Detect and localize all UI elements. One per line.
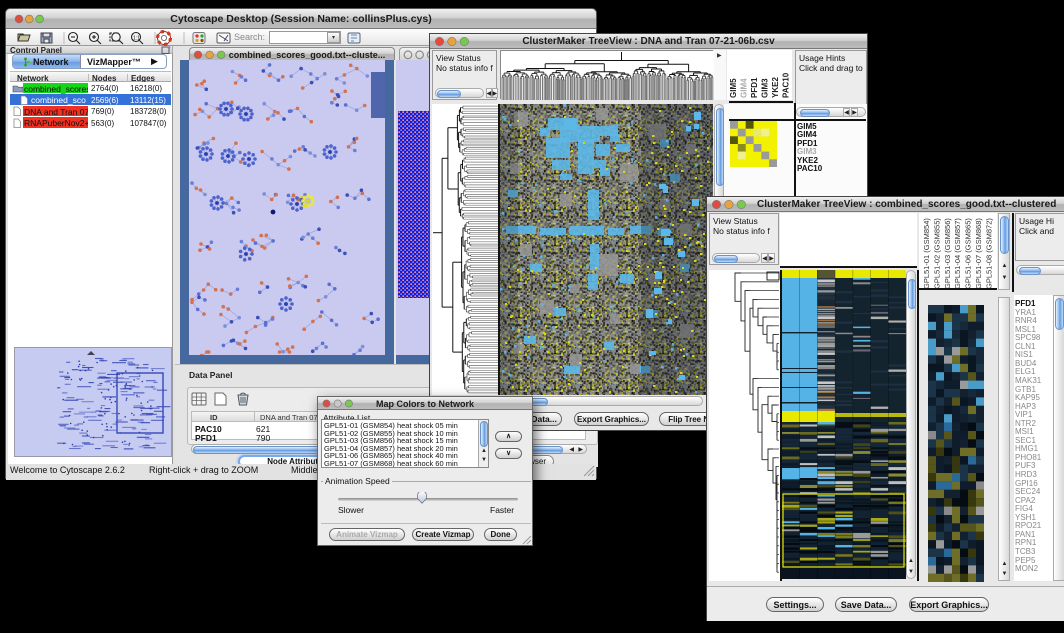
svg-text:1:1: 1:1 (133, 36, 140, 42)
svg-text:GPL51-03 (GSM856): GPL51-03 (GSM856) (943, 218, 952, 289)
svg-text:GIM3: GIM3 (761, 78, 770, 98)
svg-text:GPL51-04 (GSM857): GPL51-04 (GSM857) (953, 218, 962, 289)
svg-text:GIM5: GIM5 (729, 78, 738, 98)
svg-text:GPL51-01 (GSM854): GPL51-01 (GSM854) (922, 218, 931, 289)
svg-text:GPL51-08 (GSM872): GPL51-08 (GSM872) (984, 218, 993, 289)
svg-text:YKE2: YKE2 (771, 77, 780, 98)
svg-text:GPL51-06 (GSM865): GPL51-06 (GSM865) (964, 218, 973, 289)
svg-text:GIM4: GIM4 (740, 78, 749, 98)
svg-text:PFD1: PFD1 (750, 77, 759, 98)
svg-text:GPL51-02 (GSM855): GPL51-02 (GSM855) (932, 218, 941, 289)
svg-text:PAC10: PAC10 (782, 72, 791, 98)
svg-text:GPL51-07 (GSM868): GPL51-07 (GSM868) (974, 218, 983, 289)
